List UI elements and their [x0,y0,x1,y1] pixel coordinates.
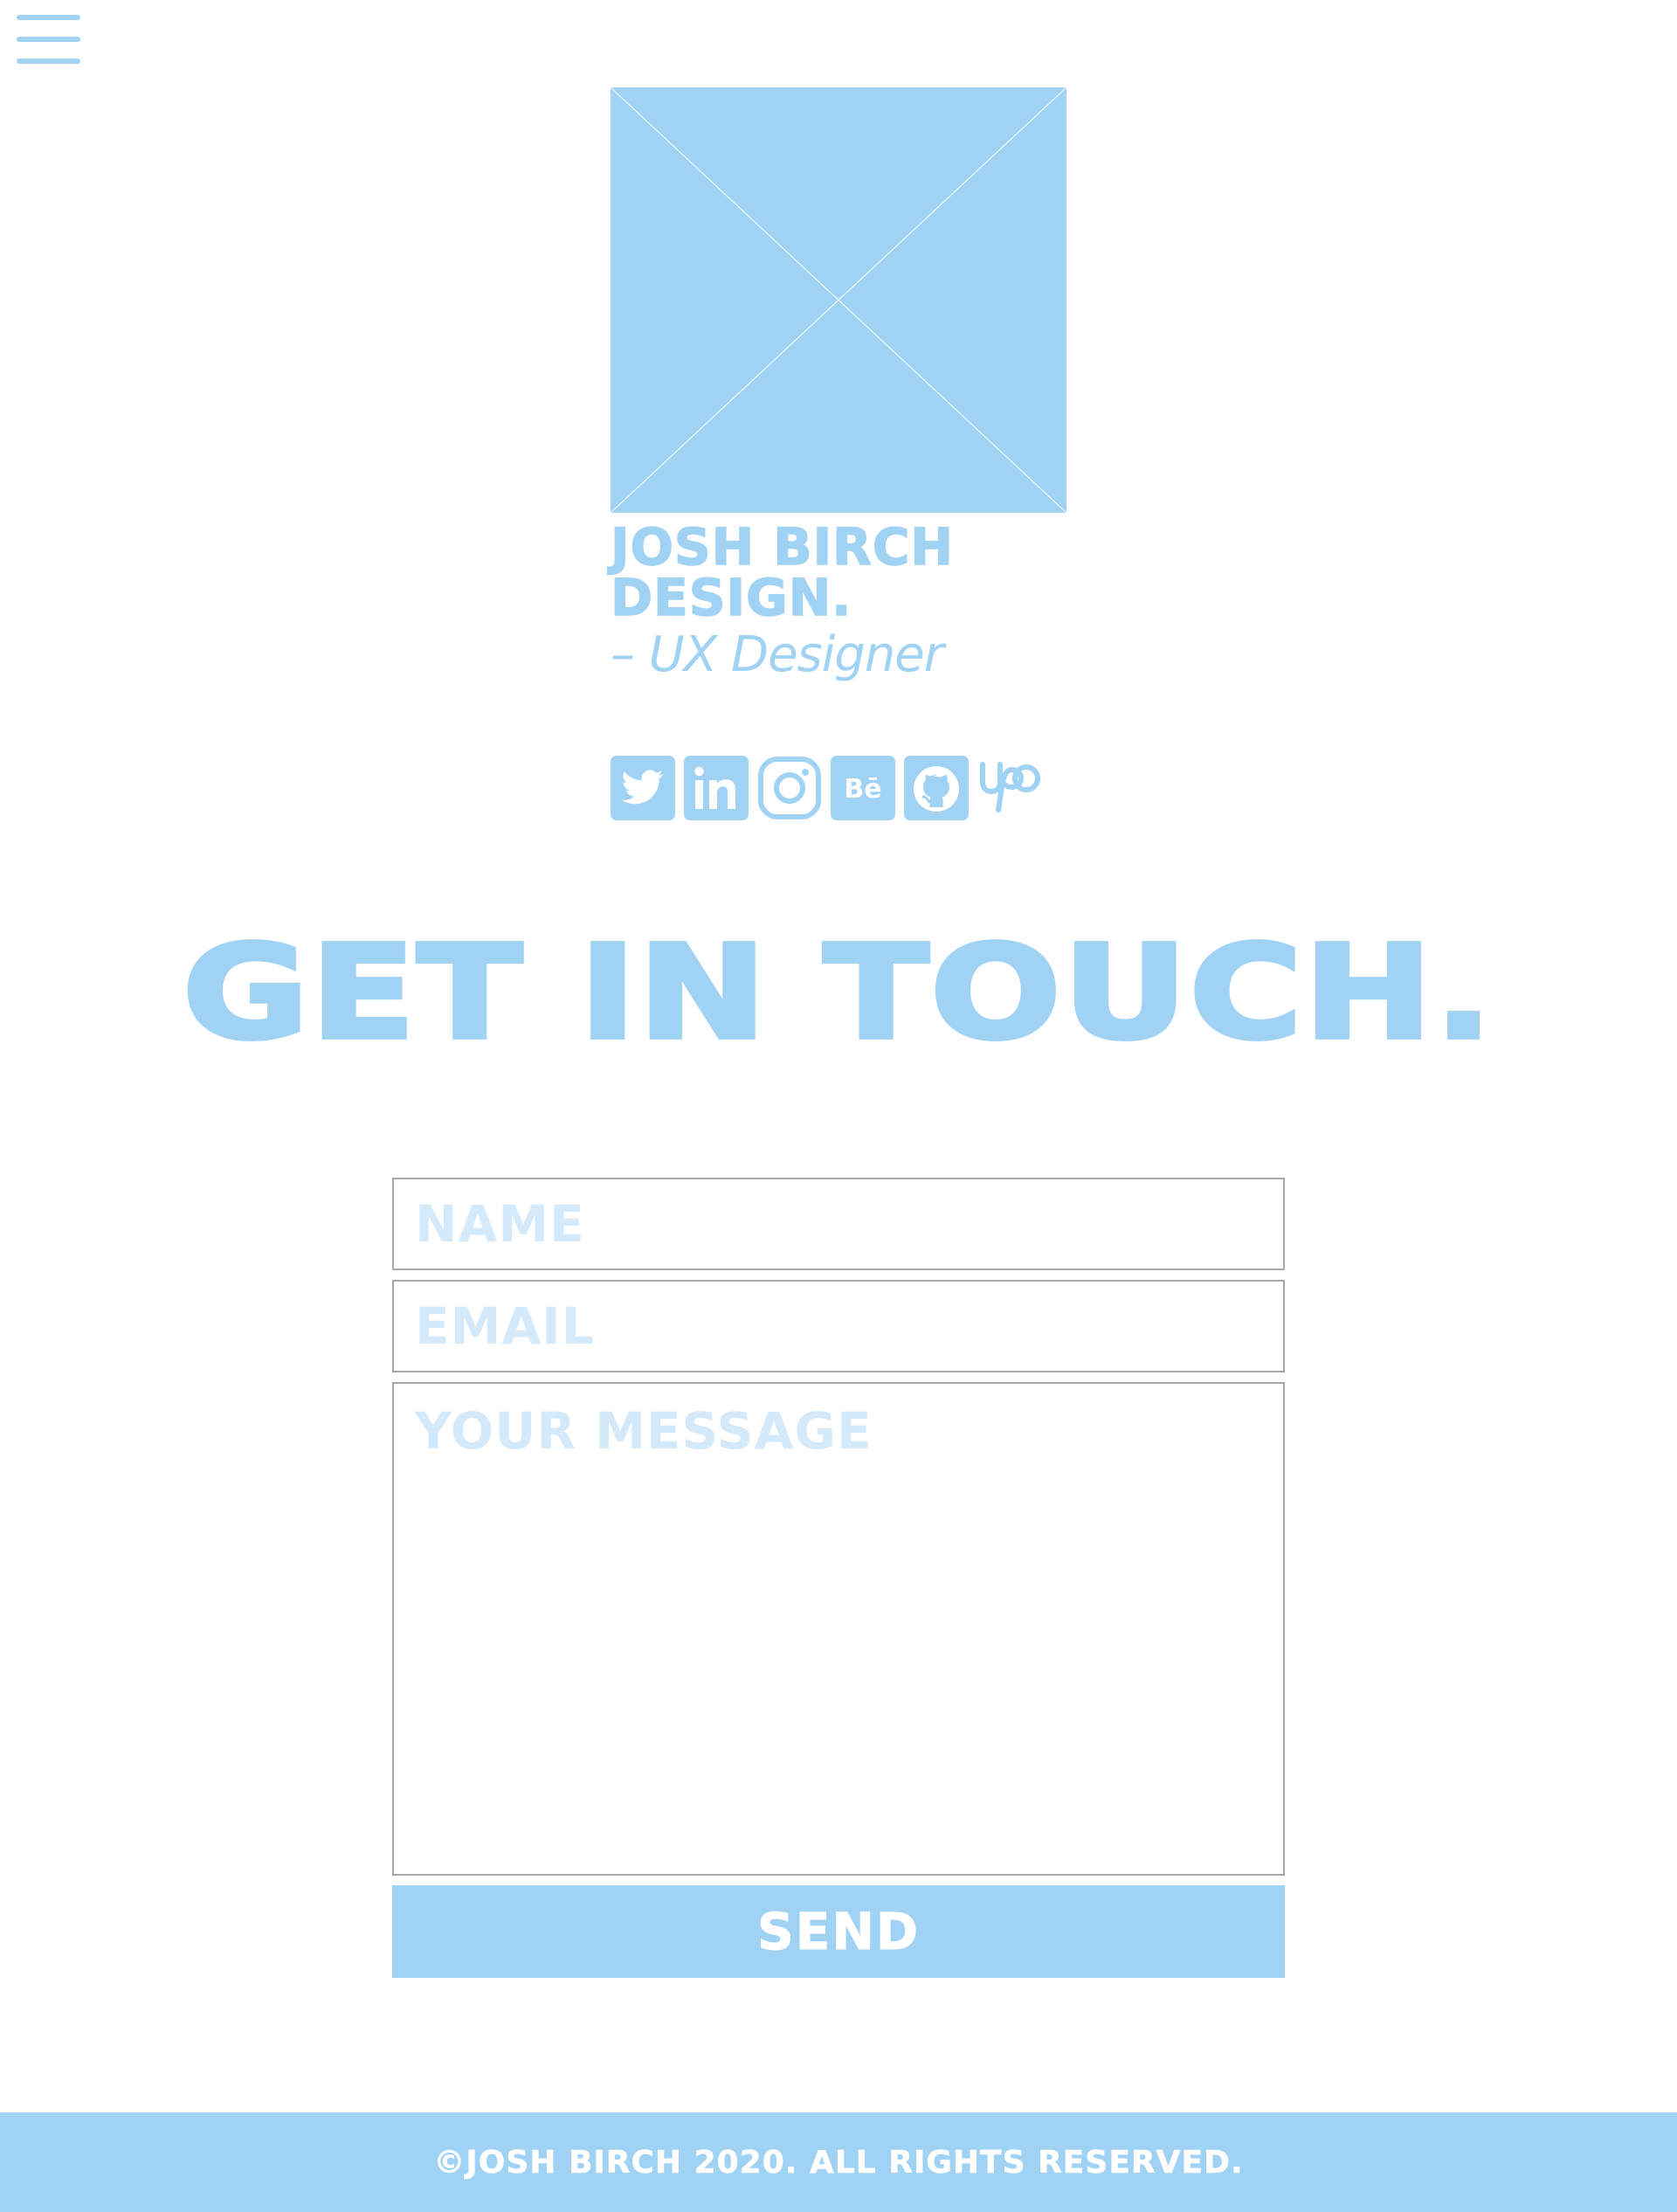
menu-bar-middle [17,37,80,42]
linkedin-icon[interactable] [684,756,749,820]
github-icon[interactable] [904,756,969,820]
page: JOSH BIRCH DESIGN. – UX Designer Bē GET … [0,0,1677,2212]
svg-text:Bē: Bē [844,774,881,805]
contact-heading: GET IN TOUCH. [180,917,1495,1068]
contact-form: SEND [392,1178,1285,1978]
menu-bar-top [17,15,80,20]
twitter-icon[interactable] [611,756,675,820]
message-field[interactable] [392,1382,1285,1876]
send-button[interactable]: SEND [392,1885,1285,1978]
upwork-icon[interactable] [977,756,1042,820]
behance-icon[interactable]: Bē [831,756,895,820]
email-field[interactable] [392,1280,1285,1372]
hamburger-menu-icon[interactable] [17,15,80,64]
brand-role: – UX Designer [611,626,944,683]
image-placeholder-icon [611,87,1066,513]
brand-name: JOSH BIRCH DESIGN. [610,521,1100,624]
footer: ©JOSH BIRCH 2020. ALL RIGHTS RESERVED. [0,2112,1677,2212]
brand-name-line2: DESIGN. [610,568,852,627]
instagram-icon[interactable] [757,756,822,820]
social-links: Bē [611,756,1042,822]
copyright-text: ©JOSH BIRCH 2020. ALL RIGHTS RESERVED. [433,2144,1244,2181]
menu-bar-bottom [17,59,80,64]
name-field[interactable] [392,1178,1285,1270]
